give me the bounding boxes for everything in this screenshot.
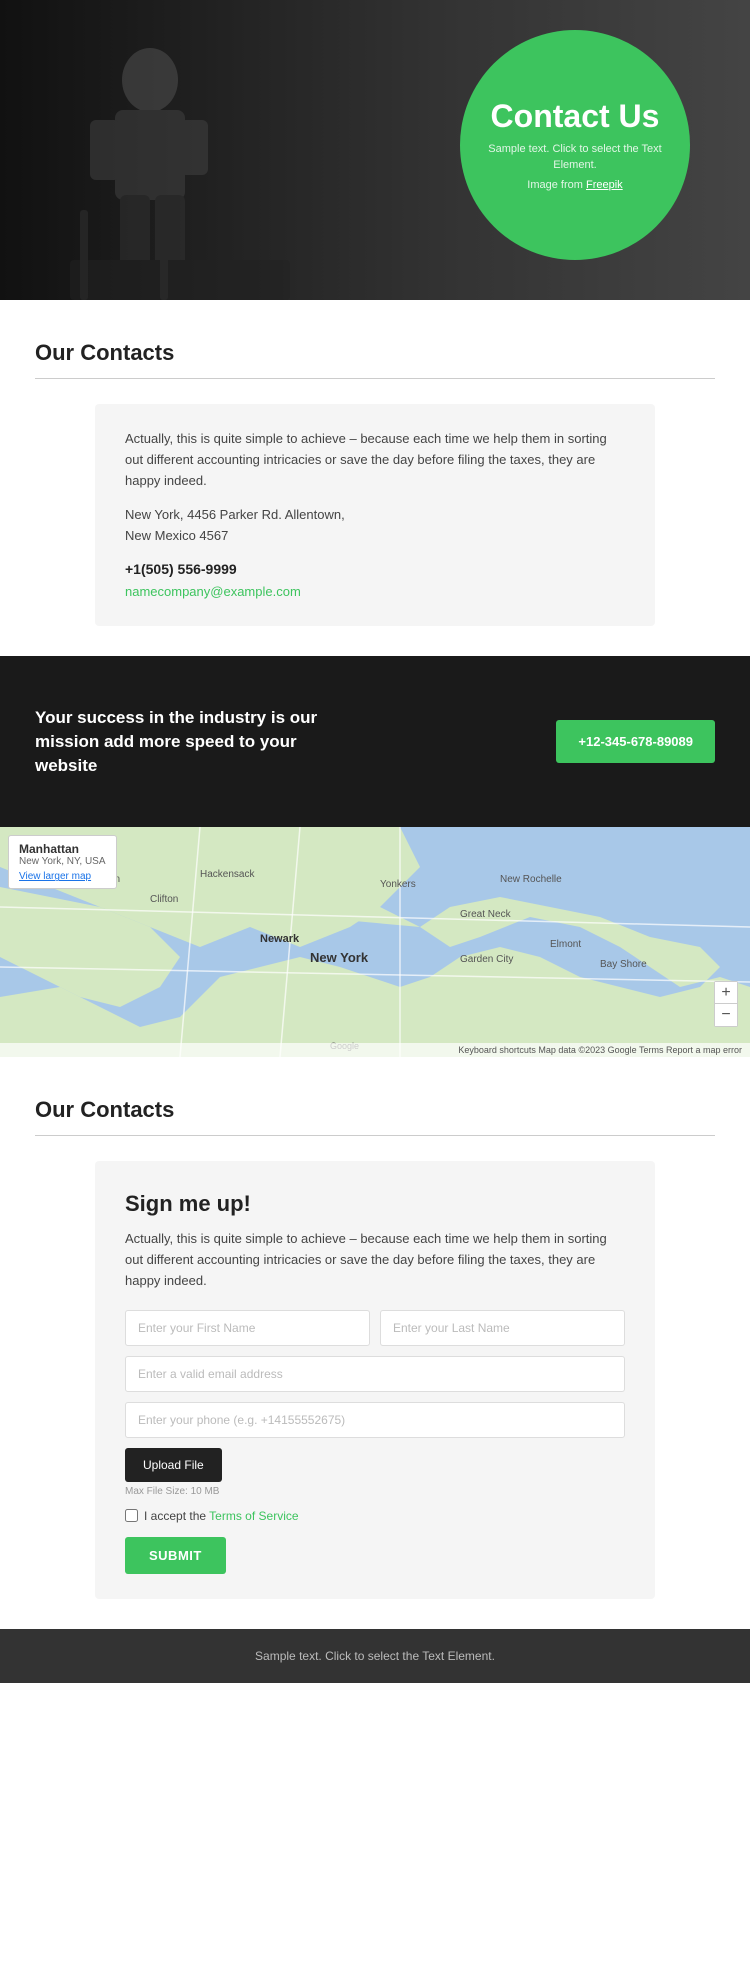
tos-checkbox[interactable] xyxy=(125,1509,138,1522)
map-location-name: Manhattan xyxy=(19,842,106,856)
map-location-sub: New York, NY, USA xyxy=(19,856,106,867)
contacts-heading-2: Our Contacts xyxy=(35,1097,715,1123)
svg-text:Bay Shore: Bay Shore xyxy=(600,959,647,970)
last-name-input[interactable] xyxy=(380,1310,625,1346)
svg-text:Hackensack: Hackensack xyxy=(200,869,255,880)
file-size-note: Max File Size: 10 MB xyxy=(125,1486,625,1497)
section-divider-1 xyxy=(35,378,715,379)
map-footer-text: Keyboard shortcuts Map data ©2023 Google… xyxy=(458,1045,742,1055)
map-footer: Keyboard shortcuts Map data ©2023 Google… xyxy=(0,1043,750,1057)
phone-row xyxy=(125,1402,625,1438)
tos-link[interactable]: Terms of Service xyxy=(209,1509,298,1523)
contact-card-1: Actually, this is quite simple to achiev… xyxy=(95,404,655,626)
email-input[interactable] xyxy=(125,1356,625,1392)
map-inner: Newark New York Great Neck Clifton Pater… xyxy=(0,827,750,1057)
phone-input[interactable] xyxy=(125,1402,625,1438)
form-description: Actually, this is quite simple to achiev… xyxy=(125,1229,625,1291)
hero-subtitle: Sample text. Click to select the Text El… xyxy=(480,142,670,173)
contact-description: Actually, this is quite simple to achiev… xyxy=(125,429,625,491)
footer-text: Sample text. Click to select the Text El… xyxy=(35,1649,715,1663)
svg-text:New Rochelle: New Rochelle xyxy=(500,874,562,885)
upload-section: Upload File Max File Size: 10 MB xyxy=(125,1448,625,1497)
map-controls: + − xyxy=(714,981,738,1027)
contact-email[interactable]: namecompany@example.com xyxy=(125,584,301,599)
email-row xyxy=(125,1356,625,1392)
map-overlay: Manhattan New York, NY, USA View larger … xyxy=(8,835,117,889)
hero-section: Contact Us Sample text. Click to select … xyxy=(0,0,750,300)
contact-phone: +1(505) 556-9999 xyxy=(125,561,625,577)
hero-title: Contact Us xyxy=(491,99,660,134)
dark-banner-phone-button[interactable]: +12-345-678-89089 xyxy=(556,720,715,763)
tos-label: I accept the Terms of Service xyxy=(144,1509,299,1523)
section-divider-2 xyxy=(35,1135,715,1136)
first-name-input[interactable] xyxy=(125,1310,370,1346)
contacts-heading-1: Our Contacts xyxy=(35,340,715,366)
map-zoom-in-button[interactable]: + xyxy=(715,982,737,1004)
contacts-section-1: Our Contacts Actually, this is quite sim… xyxy=(0,300,750,656)
hero-image-credit: Image from Freepik xyxy=(527,179,622,191)
submit-button[interactable]: SUBMIT xyxy=(125,1537,226,1574)
dark-banner: Your success in the industry is our miss… xyxy=(0,656,750,827)
svg-text:Yonkers: Yonkers xyxy=(380,879,416,890)
footer: Sample text. Click to select the Text El… xyxy=(0,1629,750,1683)
svg-text:Elmont: Elmont xyxy=(550,939,581,950)
freepik-link[interactable]: Freepik xyxy=(586,179,623,191)
upload-button[interactable]: Upload File xyxy=(125,1448,222,1482)
tos-text: I accept the xyxy=(144,1509,206,1523)
svg-text:Clifton: Clifton xyxy=(150,894,178,905)
svg-text:New York: New York xyxy=(310,950,369,965)
dark-banner-text: Your success in the industry is our miss… xyxy=(35,706,355,777)
svg-text:Garden City: Garden City xyxy=(460,954,513,965)
hero-silhouette xyxy=(30,30,330,300)
map-view-larger-link[interactable]: View larger map xyxy=(19,871,106,882)
svg-text:Great Neck: Great Neck xyxy=(460,909,512,920)
map-section: Newark New York Great Neck Clifton Pater… xyxy=(0,827,750,1057)
hero-circle: Contact Us Sample text. Click to select … xyxy=(460,30,690,260)
contact-address: New York, 4456 Parker Rd. Allentown,New … xyxy=(125,505,625,547)
tos-row: I accept the Terms of Service xyxy=(125,1509,625,1523)
form-title: Sign me up! xyxy=(125,1191,625,1217)
svg-text:Newark: Newark xyxy=(260,933,300,945)
name-row xyxy=(125,1310,625,1346)
sign-up-form-card: Sign me up! Actually, this is quite simp… xyxy=(95,1161,655,1598)
map-zoom-out-button[interactable]: − xyxy=(715,1004,737,1026)
contacts-section-2: Our Contacts Sign me up! Actually, this … xyxy=(0,1057,750,1628)
